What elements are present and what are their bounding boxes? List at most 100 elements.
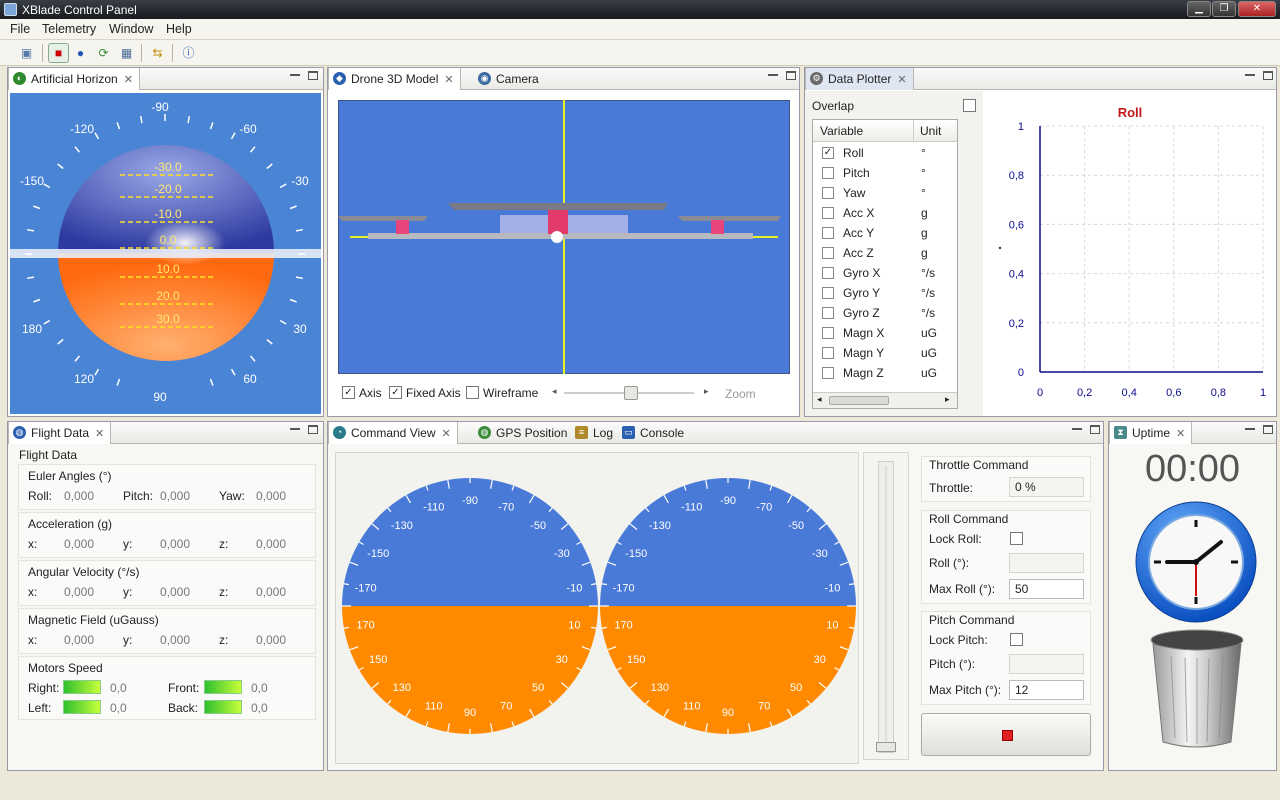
pitch-command-dial[interactable]: -90 -110 -70 -130 -50 -150 -30 -170 -10 170 10 150 3…	[600, 478, 856, 734]
tab-uptime[interactable]: ⧗ Uptime ✕	[1109, 422, 1193, 444]
minimize-panel-icon[interactable]	[290, 427, 300, 430]
minimize-panel-icon[interactable]	[768, 73, 778, 76]
menu-window[interactable]: Window	[109, 22, 153, 36]
variable-checkbox[interactable]	[822, 287, 834, 299]
panel-tabs: ◆ Drone 3D Model ✕ ◉ Camera	[328, 68, 799, 90]
column-header-variable[interactable]: Variable	[820, 124, 863, 138]
record-icon[interactable]: ●	[70, 43, 91, 63]
dial-label: -110	[423, 501, 444, 513]
table-row[interactable]: Pitch °	[813, 163, 955, 183]
variable-checkbox[interactable]	[822, 367, 834, 379]
minimize-panel-icon[interactable]	[1245, 73, 1255, 76]
close-button[interactable]: ✕	[1238, 1, 1276, 17]
table-row[interactable]: ✓ Roll °	[813, 143, 955, 163]
tab-camera[interactable]: ◉ Camera	[474, 68, 545, 90]
menu-help[interactable]: Help	[166, 22, 192, 36]
table-row[interactable]: Acc X g	[813, 203, 955, 223]
swap-icon[interactable]: ⇆	[147, 43, 168, 63]
variable-checkbox[interactable]	[822, 187, 834, 199]
tab-console[interactable]: ▭ Console	[618, 422, 690, 444]
horizontal-scrollbar[interactable]: ◂ ▸	[813, 392, 957, 408]
minimize-button[interactable]: ▁	[1187, 1, 1211, 17]
variable-checkbox[interactable]	[822, 207, 834, 219]
scroll-right-arrow[interactable]: ▸	[945, 394, 950, 405]
stop-icon	[1002, 730, 1013, 741]
close-tab-icon[interactable]: ✕	[124, 74, 133, 86]
variable-checkbox[interactable]	[822, 267, 834, 279]
slider-thumb[interactable]	[624, 386, 638, 400]
overlap-checkbox[interactable]	[963, 99, 976, 112]
table-row[interactable]: Yaw °	[813, 183, 955, 203]
close-tab-icon[interactable]: ✕	[441, 428, 450, 440]
scroll-left-arrow[interactable]: ◂	[817, 394, 822, 405]
max-pitch-field[interactable]: 12	[1009, 680, 1084, 700]
trash-icon[interactable]	[1149, 628, 1245, 750]
table-row[interactable]: Gyro Y °/s	[813, 283, 955, 303]
variable-checkbox[interactable]	[822, 347, 834, 359]
menu-file[interactable]: File	[10, 22, 30, 36]
scrollbar-thumb[interactable]	[829, 396, 889, 405]
drone-3d-view[interactable]	[338, 100, 790, 374]
help-icon[interactable]: ⓘ	[178, 43, 199, 63]
variable-checkbox[interactable]	[822, 247, 834, 259]
variable-checkbox[interactable]	[822, 227, 834, 239]
slider-left-arrow[interactable]: ◂	[552, 386, 557, 397]
axis-checkbox[interactable]: ✓	[342, 386, 355, 399]
wireframe-checkbox[interactable]	[466, 386, 479, 399]
variable-checkbox[interactable]: ✓	[822, 147, 834, 159]
close-tab-icon[interactable]: ✕	[95, 428, 104, 440]
menu-telemetry[interactable]: Telemetry	[42, 22, 96, 36]
tab-flight-data[interactable]: ◍ Flight Data ✕	[8, 422, 112, 444]
variable-checkbox[interactable]	[822, 167, 834, 179]
table-row[interactable]: Gyro Z °/s	[813, 303, 955, 323]
group-title: Pitch Command	[929, 613, 1015, 627]
tab-data-plotter[interactable]: ⚙ Data Plotter ✕	[805, 68, 914, 90]
slider-right-arrow[interactable]: ▸	[704, 386, 709, 397]
tab-drone-3d-model[interactable]: ◆ Drone 3D Model ✕	[328, 68, 461, 90]
zoom-slider[interactable]: ◂ ▸	[550, 386, 710, 400]
minimize-panel-icon[interactable]	[1245, 427, 1255, 430]
lock-pitch-checkbox[interactable]	[1010, 633, 1023, 646]
throttle-field[interactable]: 0 %	[1009, 477, 1084, 497]
close-tab-icon[interactable]: ✕	[1176, 428, 1185, 440]
refresh-icon[interactable]: ⟳	[93, 43, 114, 63]
roll-command-dial[interactable]: -90 -110 -70 -130 -50 -150 -30 -170 -10 170 10 150 3…	[342, 478, 598, 734]
tab-log[interactable]: ≡ Log	[571, 422, 619, 444]
table-row[interactable]: Gyro X °/s	[813, 263, 955, 283]
stop-button[interactable]	[921, 713, 1091, 756]
variable-checkbox[interactable]	[822, 307, 834, 319]
maximize-panel-icon[interactable]	[308, 425, 318, 434]
tab-artificial-horizon[interactable]: ◐ Artificial Horizon ✕	[8, 68, 140, 90]
maximize-panel-icon[interactable]	[1263, 71, 1273, 80]
tab-gps-position[interactable]: ◍ GPS Position	[474, 422, 573, 444]
variable-checkbox[interactable]	[822, 327, 834, 339]
pitch-field[interactable]	[1009, 654, 1084, 674]
throttle-slider[interactable]	[863, 452, 909, 760]
close-tab-icon[interactable]: ✕	[897, 74, 906, 86]
table-row[interactable]: Acc Y g	[813, 223, 955, 243]
maximize-panel-icon[interactable]	[1263, 425, 1273, 434]
roll-field[interactable]	[1009, 553, 1084, 573]
save-icon[interactable]: ▣	[16, 43, 37, 63]
table-row[interactable]: Magn Y uG	[813, 343, 955, 363]
maximize-panel-icon[interactable]	[308, 71, 318, 80]
tab-command-view[interactable]: ◔ Command View ✕	[328, 422, 458, 444]
column-header-unit[interactable]: Unit	[920, 124, 941, 138]
maximize-panel-icon[interactable]	[786, 71, 796, 80]
stop-icon[interactable]: ■	[48, 43, 69, 63]
maximize-panel-icon[interactable]	[1090, 425, 1100, 434]
fixed-axis-checkbox[interactable]: ✓	[389, 386, 402, 399]
maximize-button[interactable]: ❐	[1212, 1, 1236, 17]
max-roll-field[interactable]: 50	[1009, 579, 1084, 599]
minimize-panel-icon[interactable]	[1072, 427, 1082, 430]
throttle-thumb[interactable]	[876, 742, 896, 752]
table-row[interactable]: Acc Z g	[813, 243, 955, 263]
layout-icon[interactable]: ▦	[116, 43, 137, 63]
table-row[interactable]: Magn Z uG	[813, 363, 955, 383]
propeller-left	[338, 216, 428, 221]
lock-roll-checkbox[interactable]	[1010, 532, 1023, 545]
table-row[interactable]: Magn X uG	[813, 323, 955, 343]
minimize-panel-icon[interactable]	[290, 73, 300, 76]
close-tab-icon[interactable]: ✕	[444, 74, 453, 86]
attitude-dials[interactable]: -90 -110 -70 -130 -50 -150 -30 -170 -10 170 10 150 3…	[336, 453, 860, 765]
